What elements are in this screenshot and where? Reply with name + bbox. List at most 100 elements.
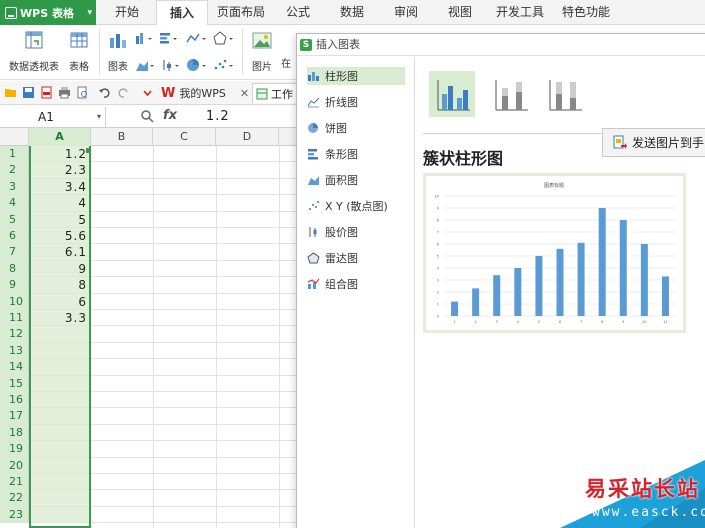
- tab-insert[interactable]: 插入: [156, 0, 208, 26]
- cell-a[interactable]: [29, 490, 90, 506]
- cell-a[interactable]: [29, 392, 90, 408]
- cell-a[interactable]: 3.3: [29, 310, 90, 326]
- online-picture-button[interactable]: 在: [278, 55, 294, 70]
- line-chart-icon[interactable]: [185, 30, 209, 46]
- cell-a[interactable]: 6.1: [29, 244, 90, 260]
- zoom-search-icon[interactable]: [140, 109, 156, 125]
- subtype-percent-stacked-column[interactable]: [541, 71, 587, 117]
- row-header[interactable]: 2: [0, 162, 29, 178]
- open-folder-icon[interactable]: [4, 86, 17, 99]
- row-header[interactable]: 3: [0, 178, 29, 195]
- chart-type-scatter[interactable]: X Y (散点图): [307, 197, 405, 215]
- tab-special[interactable]: 特色功能: [556, 0, 616, 25]
- save-icon[interactable]: [22, 86, 35, 99]
- row-header[interactable]: 10: [0, 293, 29, 309]
- cell-a[interactable]: 6: [29, 293, 90, 309]
- insert-function-button[interactable]: fx: [163, 108, 177, 123]
- area-chart-icon[interactable]: [134, 57, 156, 73]
- row-header[interactable]: 12: [0, 326, 29, 342]
- chart-type-bar[interactable]: 条形图: [307, 145, 405, 163]
- cell-a[interactable]: 1.2: [29, 146, 90, 162]
- cell-a[interactable]: 4: [29, 195, 90, 211]
- pivot-table-button[interactable]: 数据透视表: [6, 29, 62, 73]
- chart-type-area[interactable]: 面积图: [307, 171, 405, 189]
- row-header[interactable]: 18: [0, 424, 29, 441]
- table-button[interactable]: 表格: [64, 29, 94, 73]
- row-header[interactable]: 7: [0, 244, 29, 260]
- cell-a[interactable]: 9: [29, 260, 90, 277]
- radar-chart-icon[interactable]: [212, 30, 236, 46]
- chart-type-radar[interactable]: 雷达图: [307, 249, 405, 267]
- column-chart-icon[interactable]: [134, 30, 154, 46]
- pie-chart-icon[interactable]: [185, 57, 209, 73]
- row-header[interactable]: 17: [0, 408, 29, 424]
- customize-toolbar-icon[interactable]: [141, 86, 154, 99]
- row-header[interactable]: 13: [0, 342, 29, 359]
- stock-chart-icon[interactable]: [160, 57, 182, 73]
- tab-view[interactable]: 视图: [440, 0, 480, 25]
- app-menu-button[interactable]: WPS 表格 ▾: [0, 0, 96, 25]
- close-icon[interactable]: ✕: [240, 87, 249, 100]
- tab-data[interactable]: 数据: [332, 0, 372, 25]
- select-all-corner[interactable]: [0, 128, 29, 146]
- cell-a[interactable]: [29, 506, 90, 523]
- row-header[interactable]: 6: [0, 228, 29, 244]
- export-pdf-icon[interactable]: [40, 86, 53, 99]
- column-header-b[interactable]: B: [91, 128, 153, 146]
- fill-handle[interactable]: [86, 148, 91, 153]
- row-header[interactable]: 11: [0, 310, 29, 326]
- cell-a[interactable]: 2.3: [29, 162, 90, 178]
- bar-chart-icon[interactable]: [158, 30, 180, 46]
- cell-a[interactable]: 5.6: [29, 228, 90, 244]
- row-header[interactable]: 15: [0, 375, 29, 391]
- chart-type-pie[interactable]: 饼图: [307, 119, 405, 137]
- row-header[interactable]: 20: [0, 457, 29, 473]
- picture-button[interactable]: 图片: [248, 29, 276, 73]
- chart-type-column[interactable]: 柱形图: [307, 67, 405, 85]
- row-header[interactable]: 22: [0, 490, 29, 506]
- row-header[interactable]: 4: [0, 195, 29, 211]
- subtype-clustered-column[interactable]: [429, 71, 475, 117]
- tab-home[interactable]: 开始: [106, 0, 148, 25]
- row-header[interactable]: 5: [0, 211, 29, 227]
- formula-input[interactable]: 1.2: [206, 109, 230, 124]
- subtype-stacked-column[interactable]: [487, 71, 533, 117]
- cell-a[interactable]: [29, 457, 90, 473]
- row-header[interactable]: 8: [0, 260, 29, 277]
- tab-formula[interactable]: 公式: [278, 0, 318, 25]
- row-header[interactable]: 23: [0, 506, 29, 523]
- row-header[interactable]: 19: [0, 441, 29, 457]
- cell-a[interactable]: [29, 474, 90, 490]
- cell-a[interactable]: [29, 326, 90, 342]
- chart-type-stock[interactable]: 股价图: [307, 223, 405, 241]
- print-preview-icon[interactable]: [76, 86, 89, 99]
- chart-button[interactable]: 图表: [104, 29, 132, 73]
- chevron-down-icon[interactable]: ▾: [97, 107, 101, 127]
- row-header[interactable]: 14: [0, 359, 29, 375]
- cell-a[interactable]: 5: [29, 211, 90, 227]
- column-header-a[interactable]: A: [29, 128, 91, 146]
- name-box[interactable]: A1 ▾: [0, 107, 106, 127]
- cell-a[interactable]: [29, 359, 90, 375]
- chart-type-line[interactable]: 折线图: [307, 93, 405, 111]
- tab-my-wps[interactable]: W 我的WPS ✕: [161, 83, 249, 103]
- cell-a[interactable]: 8: [29, 277, 90, 293]
- chart-preview[interactable]: 图表标题 1 2 3 4 5 6 7 8 9 10 11 0 1 2 3 4 5 6 7 8 9 10: [423, 173, 686, 333]
- row-header[interactable]: 21: [0, 474, 29, 490]
- scatter-chart-icon[interactable]: [212, 57, 236, 73]
- undo-icon[interactable]: [98, 86, 111, 99]
- chart-type-combo[interactable]: 组合图: [307, 275, 405, 293]
- row-header[interactable]: 16: [0, 392, 29, 408]
- cell-a[interactable]: 3.4: [29, 178, 90, 195]
- tab-review[interactable]: 审阅: [386, 0, 426, 25]
- cell-a[interactable]: [29, 424, 90, 441]
- send-picture-button[interactable]: 发送图片到手: [602, 128, 705, 157]
- cell-a[interactable]: [29, 375, 90, 391]
- cell-a[interactable]: [29, 342, 90, 359]
- tab-workbook[interactable]: 工作: [252, 83, 297, 103]
- row-header[interactable]: 1: [0, 146, 29, 162]
- tab-page-layout[interactable]: 页面布局: [213, 0, 269, 25]
- print-icon[interactable]: [58, 86, 71, 99]
- cell-a[interactable]: [29, 408, 90, 424]
- row-header[interactable]: 9: [0, 277, 29, 293]
